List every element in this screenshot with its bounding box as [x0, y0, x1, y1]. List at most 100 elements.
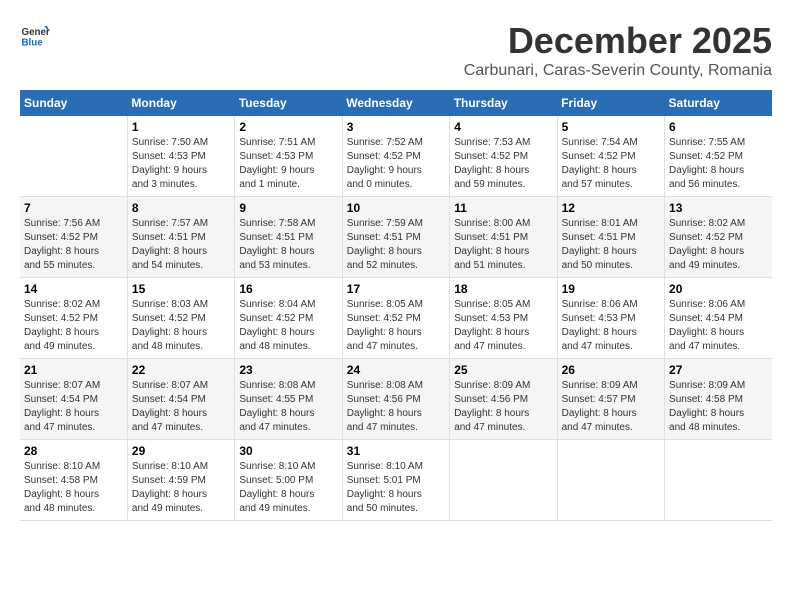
- day-number: 13: [669, 201, 768, 215]
- day-number: 30: [239, 444, 337, 458]
- daylight-line1: Daylight: 8 hours: [347, 407, 445, 421]
- day-info: Sunrise: 8:00 AMSunset: 4:51 PMDaylight:…: [454, 217, 552, 273]
- calendar-cell: 19Sunrise: 8:06 AMSunset: 4:53 PMDayligh…: [557, 278, 664, 359]
- sunrise-text: Sunrise: 8:00 AM: [454, 217, 552, 231]
- day-number: 25: [454, 363, 552, 377]
- sunset-text: Sunset: 4:56 PM: [454, 393, 552, 407]
- sunset-text: Sunset: 4:52 PM: [239, 312, 337, 326]
- day-info: Sunrise: 8:02 AMSunset: 4:52 PMDaylight:…: [669, 217, 768, 273]
- calendar-cell: 23Sunrise: 8:08 AMSunset: 4:55 PMDayligh…: [235, 359, 342, 440]
- daylight-line1: Daylight: 8 hours: [132, 488, 230, 502]
- calendar-cell: 14Sunrise: 8:02 AMSunset: 4:52 PMDayligh…: [20, 278, 127, 359]
- sunset-text: Sunset: 4:58 PM: [669, 393, 768, 407]
- daylight-line1: Daylight: 8 hours: [132, 245, 230, 259]
- page-subtitle: Carbunari, Caras-Severin County, Romania: [464, 62, 772, 80]
- calendar-cell: 12Sunrise: 8:01 AMSunset: 4:51 PMDayligh…: [557, 197, 664, 278]
- day-info: Sunrise: 7:54 AMSunset: 4:52 PMDaylight:…: [562, 136, 660, 192]
- calendar-cell: [557, 440, 664, 521]
- day-number: 20: [669, 282, 768, 296]
- daylight-line1: Daylight: 8 hours: [669, 245, 768, 259]
- sunset-text: Sunset: 4:53 PM: [132, 150, 230, 164]
- daylight-line1: Daylight: 8 hours: [132, 407, 230, 421]
- calendar-cell: 3Sunrise: 7:52 AMSunset: 4:52 PMDaylight…: [342, 116, 449, 197]
- daylight-line2: and 59 minutes.: [454, 178, 552, 192]
- day-number: 7: [24, 201, 123, 215]
- sunrise-text: Sunrise: 8:09 AM: [669, 379, 768, 393]
- daylight-line2: and 57 minutes.: [562, 178, 660, 192]
- sunset-text: Sunset: 4:54 PM: [132, 393, 230, 407]
- week-row-5: 28Sunrise: 8:10 AMSunset: 4:58 PMDayligh…: [20, 440, 772, 521]
- day-info: Sunrise: 8:10 AMSunset: 4:59 PMDaylight:…: [132, 460, 230, 516]
- weekday-header-saturday: Saturday: [665, 90, 772, 116]
- daylight-line2: and 47 minutes.: [562, 421, 660, 435]
- week-row-2: 7Sunrise: 7:56 AMSunset: 4:52 PMDaylight…: [20, 197, 772, 278]
- daylight-line1: Daylight: 8 hours: [24, 488, 123, 502]
- sunset-text: Sunset: 4:52 PM: [24, 312, 123, 326]
- daylight-line2: and 47 minutes.: [562, 340, 660, 354]
- sunrise-text: Sunrise: 8:02 AM: [24, 298, 123, 312]
- daylight-line1: Daylight: 8 hours: [239, 245, 337, 259]
- daylight-line2: and 49 minutes.: [132, 502, 230, 516]
- day-number: 10: [347, 201, 445, 215]
- day-info: Sunrise: 8:10 AMSunset: 5:01 PMDaylight:…: [347, 460, 445, 516]
- daylight-line1: Daylight: 8 hours: [24, 326, 123, 340]
- sunrise-text: Sunrise: 7:59 AM: [347, 217, 445, 231]
- daylight-line2: and 48 minutes.: [132, 340, 230, 354]
- sunrise-text: Sunrise: 8:02 AM: [669, 217, 768, 231]
- day-info: Sunrise: 7:57 AMSunset: 4:51 PMDaylight:…: [132, 217, 230, 273]
- calendar-cell: 1Sunrise: 7:50 AMSunset: 4:53 PMDaylight…: [127, 116, 234, 197]
- page-header: General Blue December 2025 Carbunari, Ca…: [20, 20, 772, 80]
- sunrise-text: Sunrise: 8:07 AM: [132, 379, 230, 393]
- calendar-cell: 10 Sunrise: 7:59 AMSunset: 4:51 PMDayligh…: [342, 197, 449, 278]
- sunrise-text: Sunrise: 7:53 AM: [454, 136, 552, 150]
- week-row-1: 1Sunrise: 7:50 AMSunset: 4:53 PMDaylight…: [20, 116, 772, 197]
- calendar-cell: 21Sunrise: 8:07 AMSunset: 4:54 PMDayligh…: [20, 359, 127, 440]
- calendar-cell: 4Sunrise: 7:53 AMSunset: 4:52 PMDaylight…: [450, 116, 557, 197]
- daylight-line1: Daylight: 8 hours: [239, 326, 337, 340]
- daylight-line2: and 49 minutes.: [239, 502, 337, 516]
- sunset-text: Sunset: 4:52 PM: [347, 150, 445, 164]
- daylight-line1: Daylight: 8 hours: [132, 326, 230, 340]
- sunrise-text: Sunrise: 7:56 AM: [24, 217, 123, 231]
- daylight-line2: and 51 minutes.: [454, 259, 552, 273]
- logo-icon: General Blue: [20, 20, 50, 50]
- sunset-text: Sunset: 4:53 PM: [562, 312, 660, 326]
- day-info: Sunrise: 8:09 AMSunset: 4:57 PMDaylight:…: [562, 379, 660, 435]
- calendar-table: SundayMondayTuesdayWednesdayThursdayFrid…: [20, 90, 772, 521]
- calendar-cell: [20, 116, 127, 197]
- daylight-line2: and 0 minutes.: [347, 178, 445, 192]
- day-info: Sunrise: 7:53 AMSunset: 4:52 PMDaylight:…: [454, 136, 552, 192]
- sunset-text: Sunset: 4:55 PM: [239, 393, 337, 407]
- sunrise-text: Sunrise: 8:10 AM: [347, 460, 445, 474]
- sunset-text: Sunset: 4:59 PM: [132, 474, 230, 488]
- calendar-cell: [665, 440, 772, 521]
- sunset-text: Sunset: 5:00 PM: [239, 474, 337, 488]
- daylight-line1: Daylight: 9 hours: [132, 164, 230, 178]
- svg-text:General: General: [22, 27, 51, 38]
- sunrise-text: Sunrise: 8:10 AM: [132, 460, 230, 474]
- daylight-line2: and 47 minutes.: [347, 340, 445, 354]
- sunrise-text: Sunrise: 8:06 AM: [562, 298, 660, 312]
- day-number: 6: [669, 120, 768, 134]
- daylight-line1: Daylight: 8 hours: [347, 245, 445, 259]
- day-info: Sunrise: 8:06 AMSunset: 4:54 PMDaylight:…: [669, 298, 768, 354]
- sunset-text: Sunset: 4:51 PM: [347, 231, 445, 245]
- daylight-line1: Daylight: 8 hours: [24, 407, 123, 421]
- calendar-cell: 6Sunrise: 7:55 AMSunset: 4:52 PMDaylight…: [665, 116, 772, 197]
- day-info: Sunrise: 7:51 AMSunset: 4:53 PMDaylight:…: [239, 136, 337, 192]
- sunset-text: Sunset: 4:54 PM: [669, 312, 768, 326]
- sunrise-text: Sunrise: 8:05 AM: [347, 298, 445, 312]
- day-number: 2: [239, 120, 337, 134]
- sunrise-text: Sunrise: 8:03 AM: [132, 298, 230, 312]
- weekday-header-friday: Friday: [557, 90, 664, 116]
- weekday-header-monday: Monday: [127, 90, 234, 116]
- day-info: Sunrise: 8:08 AMSunset: 4:55 PMDaylight:…: [239, 379, 337, 435]
- day-info: Sunrise: 8:10 AMSunset: 5:00 PMDaylight:…: [239, 460, 337, 516]
- calendar-cell: 16Sunrise: 8:04 AMSunset: 4:52 PMDayligh…: [235, 278, 342, 359]
- day-number: 27: [669, 363, 768, 377]
- sunset-text: Sunset: 4:52 PM: [669, 231, 768, 245]
- sunset-text: Sunset: 4:52 PM: [669, 150, 768, 164]
- day-number: 29: [132, 444, 230, 458]
- weekday-header-row: SundayMondayTuesdayWednesdayThursdayFrid…: [20, 90, 772, 116]
- daylight-line1: Daylight: 8 hours: [454, 326, 552, 340]
